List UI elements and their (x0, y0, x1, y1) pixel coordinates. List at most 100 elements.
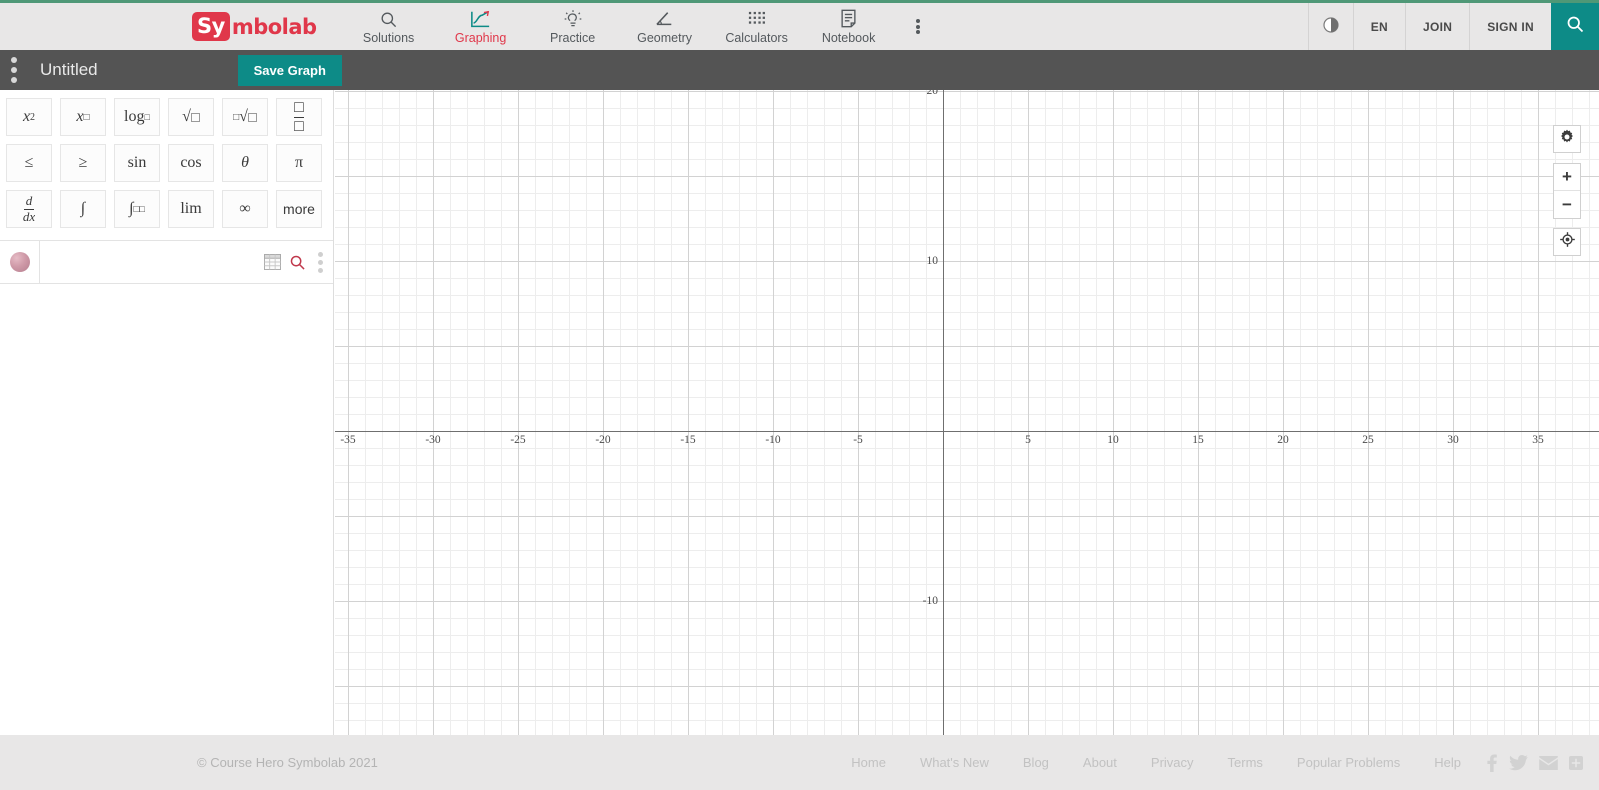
nav-label: Geometry (637, 31, 693, 45)
expression-menu-button[interactable] (314, 250, 327, 274)
angle-icon (654, 8, 676, 30)
x-tick-label: -30 (425, 434, 441, 446)
color-dot-icon (9, 252, 30, 272)
footer-link[interactable]: Blog (1006, 755, 1066, 770)
key-integral[interactable]: ∫ (60, 190, 106, 228)
key-more[interactable]: more (276, 190, 322, 228)
contrast-toggle-button[interactable] (1307, 3, 1353, 50)
header-search-button[interactable] (1551, 3, 1599, 50)
key-theta[interactable]: θ (222, 144, 268, 182)
zoom-in-button[interactable]: + (1554, 164, 1580, 191)
footer-link[interactable]: Privacy (1134, 755, 1211, 770)
footer-link[interactable]: About (1066, 755, 1134, 770)
major-gridlines (335, 90, 1599, 735)
sign-in-button[interactable]: SIGN IN (1469, 3, 1551, 50)
expression-color-swatch[interactable] (0, 241, 40, 283)
key-sin[interactable]: sin (114, 144, 160, 182)
key-nth-root[interactable]: □ √ (222, 98, 268, 136)
math-keypad: x2 x □ log □ √ □ √ □ □ ≤ ≥ sin cos θ π d dx ∫… (0, 90, 333, 240)
key-fraction[interactable]: □ □ (276, 98, 322, 136)
nav-item-practice[interactable]: Practice (527, 3, 619, 50)
vertical-dots-icon (11, 57, 17, 64)
expression-row (0, 240, 333, 284)
nav-overflow-menu[interactable] (895, 3, 941, 50)
save-graph-button[interactable]: Save Graph (237, 54, 342, 86)
search-icon (1565, 14, 1585, 39)
nav-item-geometry[interactable]: Geometry (619, 3, 711, 50)
key-greater-equal[interactable]: ≥ (60, 144, 106, 182)
footer-link[interactable]: What's New (903, 755, 1006, 770)
site-header: Sy mbolab Solutions Graphing Practice Ge… (0, 3, 1599, 50)
nav-label: Notebook (821, 31, 876, 45)
graph-canvas[interactable]: -35-30-25-20-15-10-55101520253035302010-… (335, 90, 1599, 735)
key-definite-integral[interactable]: ∫ □ □ (114, 190, 160, 228)
graph-menu-button[interactable] (0, 56, 28, 85)
recenter-button[interactable] (1553, 228, 1581, 256)
x-tick-label: -5 (853, 434, 863, 446)
magnifier-icon[interactable] (289, 254, 306, 271)
footer-link[interactable]: Help (1417, 755, 1478, 770)
notebook-icon (840, 8, 857, 30)
logo-text: mbolab (231, 14, 317, 39)
nav-label: Practice (550, 31, 596, 45)
key-derivative[interactable]: d dx (6, 190, 52, 228)
graph-title-bar: Untitled Save Graph (0, 50, 1599, 90)
join-button[interactable]: JOIN (1405, 3, 1469, 50)
symbolab-logo[interactable]: Sy mbolab (192, 3, 317, 50)
nav-item-solutions[interactable]: Solutions (343, 3, 435, 50)
key-log[interactable]: log □ (114, 98, 160, 136)
key-less-equal[interactable]: ≤ (6, 144, 52, 182)
facebook-icon[interactable] (1486, 754, 1498, 772)
zoom-controls: + − (1553, 163, 1581, 219)
nav-label: Calculators (725, 31, 788, 45)
footer-link[interactable]: Terms (1211, 755, 1280, 770)
header-right-actions: EN JOIN SIGN IN (1307, 3, 1599, 50)
graph-title[interactable]: Untitled (40, 60, 98, 80)
zoom-out-button[interactable]: − (1554, 191, 1580, 218)
twitter-icon[interactable] (1509, 754, 1528, 771)
x-tick-label: 10 (1107, 434, 1119, 446)
key-square[interactable]: x2 (6, 98, 52, 136)
nav-label: Solutions (362, 31, 415, 45)
vertical-dots-icon (915, 18, 920, 23)
main-nav: Solutions Graphing Practice Geometry Cal… (343, 3, 941, 50)
footer-links: Home What's New Blog About Privacy Terms Popul… (834, 754, 1583, 772)
x-tick-label: -35 (340, 434, 356, 446)
y-tick-label: 20 (926, 90, 939, 97)
key-cos[interactable]: cos (168, 144, 214, 182)
nav-item-calculators[interactable]: Calculators (711, 3, 803, 50)
x-tick-label: 5 (1025, 434, 1031, 446)
expression-input[interactable] (40, 241, 264, 283)
vertical-dots-icon (318, 251, 323, 257)
table-icon[interactable] (264, 254, 281, 270)
x-axis (335, 431, 1599, 432)
x-tick-label: 20 (1277, 434, 1289, 446)
language-button[interactable]: EN (1352, 3, 1405, 50)
footer-link[interactable]: Popular Problems (1280, 755, 1417, 770)
y-axis (943, 90, 944, 735)
share-icon[interactable] (1569, 755, 1583, 770)
y-tick-label: 10 (926, 255, 939, 267)
x-tick-label: -20 (595, 434, 611, 446)
x-tick-label: 15 (1192, 434, 1204, 446)
symbolab-graphing-app: Sy mbolab Solutions Graphing Practice Ge… (0, 0, 1599, 790)
logo-mark: Sy (192, 12, 230, 41)
crosshair-icon (1559, 231, 1576, 253)
footer-link[interactable]: Home (834, 755, 903, 770)
x-tick-label: 25 (1362, 434, 1374, 446)
nav-item-notebook[interactable]: Notebook (803, 3, 895, 50)
copyright-text: © Course Hero Symbolab 2021 (197, 755, 378, 770)
key-power[interactable]: x □ (60, 98, 106, 136)
key-pi[interactable]: π (276, 144, 322, 182)
nav-item-graphing[interactable]: Graphing (435, 3, 527, 50)
keypad-row: x2 x □ log □ √ □ √ □ □ (6, 98, 327, 136)
email-icon[interactable] (1539, 755, 1558, 770)
graph-settings-button[interactable] (1553, 125, 1581, 153)
contrast-toggle-icon (1323, 17, 1339, 36)
key-sqrt[interactable]: √ (168, 98, 214, 136)
key-infinity[interactable]: ∞ (222, 190, 268, 228)
lightbulb-icon (563, 8, 583, 30)
x-tick-label: -10 (765, 434, 781, 446)
key-limit[interactable]: lim (168, 190, 214, 228)
graph-line-icon (470, 8, 491, 30)
